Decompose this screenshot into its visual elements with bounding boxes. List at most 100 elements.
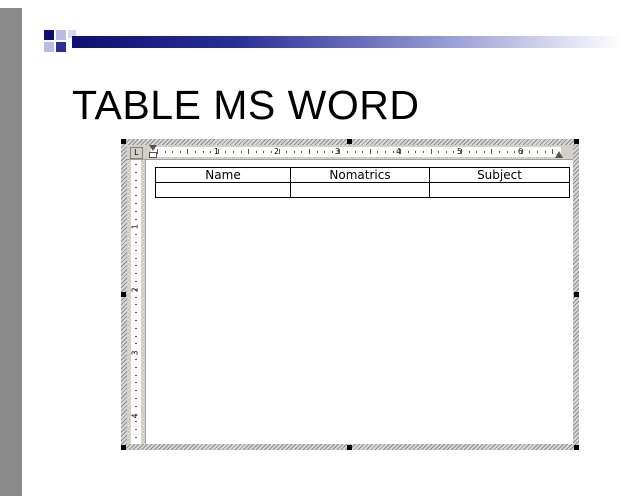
table-header-cell[interactable]: Nomatrics [290,167,430,183]
ruler-tick [354,151,356,153]
ruler-tick [164,151,166,153]
ruler-tick [135,249,137,251]
ruler-tick [135,374,137,376]
ruler-tick [135,242,137,243]
ruler-tick [135,210,137,212]
ruler-tick [135,179,137,181]
ruler-tick [453,151,455,153]
vertical-ruler[interactable]: 1 2 3 4 [127,160,146,444]
ruler-tick [407,151,409,153]
tab-selector-button[interactable]: L [130,147,143,159]
ruler-tick [135,390,137,392]
table-row [155,182,570,198]
ruler-tick [438,151,440,153]
ruler-tick [392,151,394,153]
ruler-tick [225,151,227,153]
table-header-cell[interactable]: Subject [429,167,570,183]
ruler-tick [544,151,546,153]
ruler-tick [385,151,386,153]
table-header-cell[interactable]: Name [155,167,291,183]
ruler-tick [135,398,137,399]
ruler-tick [423,151,424,153]
ruler-tick [506,151,508,153]
ruler-tick [347,151,348,153]
ruler-tick [400,149,402,154]
resize-handle-br[interactable] [574,445,579,450]
ruler-tick [135,320,137,321]
ruler-tick [233,151,234,153]
table-cell[interactable] [155,182,291,198]
ruler-tick [483,151,485,153]
ruler-tick [187,149,189,154]
resize-handle-tr[interactable] [574,139,579,144]
horizontal-ruler[interactable]: L 1 2 3 4 5 6 [127,145,573,160]
ruler-tick [339,149,341,154]
left-indent-marker[interactable] [149,152,157,158]
ruler-tick [135,437,137,438]
left-panel-edge [0,8,22,496]
word-table[interactable]: Name Nomatrics Subject [155,167,570,198]
word-document-area[interactable]: L 1 2 3 4 5 6 1 2 3 4 Name Nomatrics S [127,145,573,444]
ruler-tick [135,421,137,423]
ruler-tick [491,149,493,154]
ruler-tick [415,151,417,153]
ruler-tick [135,296,137,298]
ruler-tick [240,151,242,153]
ruler-tick [195,151,196,153]
ruler-tick [135,351,137,353]
ruler-tick [135,265,137,267]
ruler-tick [135,359,137,360]
ruler-tick [362,151,364,153]
ruler-tick [552,149,554,154]
table-header-row: Name Nomatrics Subject [155,167,570,183]
ruler-tick [461,149,462,154]
ruler-tick [369,149,371,154]
ruler-tick [135,343,137,345]
table-cell[interactable] [290,182,430,198]
ruler-tick [135,187,137,189]
ruler-tick [499,151,500,153]
ruler-tick [248,149,250,154]
table-cell[interactable] [429,182,570,198]
resize-handle-bm[interactable] [347,445,352,450]
ruler-tick [135,288,137,290]
ruler-tick [135,312,137,314]
ruler-tick [377,151,379,153]
ruler-tick [514,151,516,153]
ruler-tick [217,149,219,154]
ruler-tick [293,151,295,153]
ruler-tick [445,151,447,153]
embedded-word-object[interactable]: L 1 2 3 4 5 6 1 2 3 4 Name Nomatrics S [121,139,579,450]
ruler-tick [271,151,272,153]
ruler-tick [278,149,280,154]
decor-square-2 [56,30,66,40]
slide-title[interactable]: TABLE MS WORD [72,82,419,129]
ruler-tick [135,335,137,337]
first-line-indent-marker[interactable] [149,145,157,151]
ruler-tick [135,226,137,228]
resize-handle-tl[interactable] [121,139,126,144]
ruler-tick [430,149,432,154]
resize-handle-bl[interactable] [121,445,126,450]
ruler-tick [135,203,137,204]
ruler-tick [135,273,137,275]
ruler-tick [316,151,318,153]
resize-handle-ml[interactable] [121,292,126,297]
ruler-tick [202,151,204,153]
ruler-tick [521,149,523,154]
ruler-tick [135,257,137,259]
ruler-tick [135,413,137,415]
ruler-tick [537,151,538,153]
decor-square-1 [44,30,54,40]
right-indent-marker[interactable] [555,151,563,158]
ruler-tick [210,151,212,153]
resize-handle-tm[interactable] [347,139,352,144]
ruler-tick [468,151,470,153]
decor-square-3 [44,42,54,52]
ruler-tick [135,304,137,306]
resize-handle-mr[interactable] [574,292,579,297]
ruler-tick [135,164,137,165]
title-gradient-bar [72,36,623,48]
ruler-tick [135,218,137,220]
ruler-tick [135,171,137,173]
